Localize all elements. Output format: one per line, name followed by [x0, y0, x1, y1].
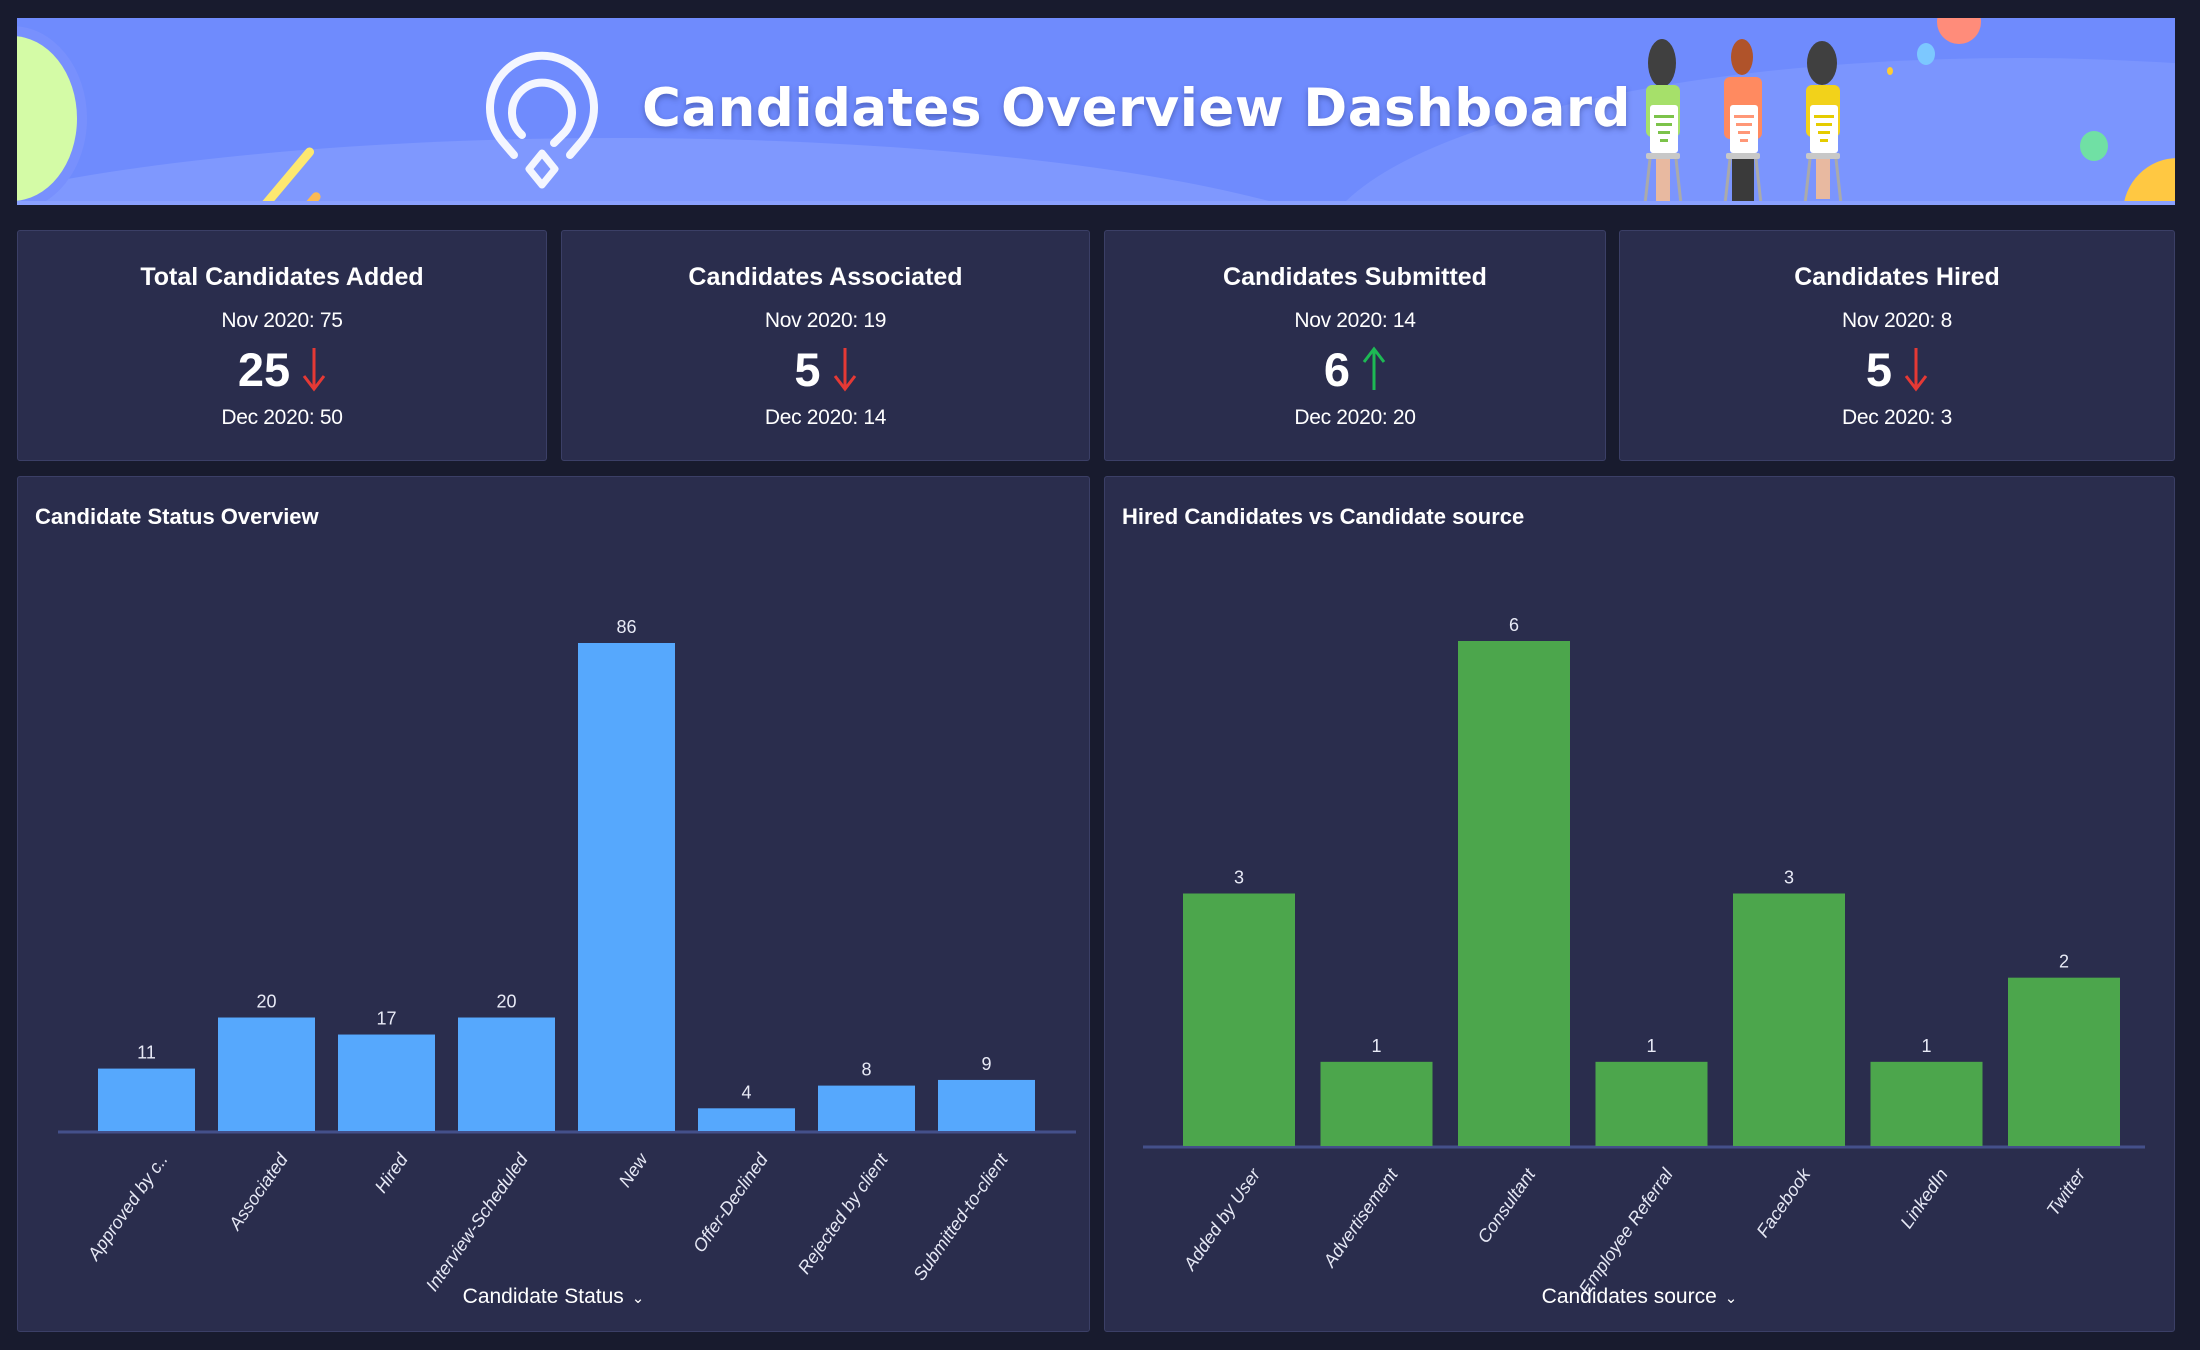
data-label: 9 [981, 1054, 991, 1074]
data-label: 3 [1234, 868, 1244, 888]
arrow-up-icon [1362, 346, 1386, 390]
kpi-card-submitted[interactable]: Candidates Submitted Nov 2020: 14 6 Dec … [1104, 230, 1606, 461]
candidate-status-chart-panel: Candidate Status Overview 11 Approved by … [17, 476, 1090, 1332]
page-title: Candidates Overview Dashboard [642, 78, 1631, 139]
kpi-title: Total Candidates Added [140, 263, 424, 291]
arrow-down-icon [1904, 348, 1928, 392]
green-circle-decoration [17, 36, 77, 201]
data-label: 3 [1784, 868, 1794, 888]
data-label: 6 [1509, 615, 1519, 635]
x-tick-label: New [615, 1149, 653, 1191]
x-tick-label: Offer-Declined [689, 1149, 772, 1256]
kpi-card-associated[interactable]: Candidates Associated Nov 2020: 19 5 Dec… [561, 230, 1090, 461]
kpi-value: 25 [237, 342, 291, 396]
x-tick-label: Twitter [2043, 1164, 2090, 1219]
hired-by-source-bar-chart: 3 Added by User 1 Advertisement 6 Consultant 1… [1143, 615, 2145, 1298]
bar-submitted-to-client[interactable] [938, 1079, 1035, 1131]
bar-linkedin[interactable] [1870, 1061, 1983, 1146]
bar-rejected-by-client[interactable] [818, 1085, 915, 1131]
bar-approved-by-c-[interactable] [98, 1068, 195, 1131]
x-axis-selector[interactable]: Candidate Status ⌄ [18, 1285, 1089, 1309]
bar-employee-referral[interactable] [1595, 1061, 1708, 1146]
x-axis-selector[interactable]: Candidates source ⌄ [1105, 1285, 2174, 1309]
kpi-value: 5 [1865, 342, 1893, 396]
bar-facebook[interactable] [1733, 893, 1845, 1147]
three-people-seated-icon [1643, 39, 1843, 201]
data-label: 20 [496, 992, 516, 1012]
dashboard-header-banner: Candidates Overview Dashboard [17, 18, 2175, 205]
chevron-down-icon: ⌄ [1724, 1290, 1738, 1307]
pink-dot-decoration [1937, 18, 1981, 44]
data-label: 86 [616, 617, 636, 637]
kpi-current-value: Dec 2020: 50 [221, 406, 343, 429]
banner-wave-decoration [17, 138, 1417, 201]
x-tick-label: Facebook [1753, 1164, 1815, 1241]
person-figure-1 [1643, 39, 1683, 201]
yellow-dot-decoration [1887, 67, 1893, 75]
bar-twitter[interactable] [2008, 977, 2120, 1146]
kpi-current-value: Dec 2020: 3 [1842, 406, 1952, 429]
kpi-value: 5 [794, 342, 821, 396]
x-tick-label: Consultant [1474, 1164, 1540, 1247]
bar-hired[interactable] [338, 1034, 435, 1131]
kpi-previous-value: Nov 2020: 19 [764, 309, 887, 332]
x-tick-label: Associated [224, 1149, 292, 1234]
bar-advertisement[interactable] [1320, 1061, 1433, 1146]
bar-offer-declined[interactable] [698, 1108, 795, 1131]
bar-interview-scheduled[interactable] [458, 1017, 555, 1131]
candidate-status-bar-chart: 11 Approved by c.. 20 Associated 17 Hired 20 In… [58, 617, 1076, 1295]
kpi-title: Candidates Submitted [1223, 263, 1487, 291]
x-tick-label: Hired [371, 1149, 413, 1197]
bar-added-by-user[interactable] [1183, 893, 1295, 1147]
kpi-previous-value: Nov 2020: 8 [1842, 309, 1952, 332]
x-tick-label: Submitted-to-client [909, 1149, 1012, 1284]
x-tick-label: Rejected by client [794, 1149, 892, 1278]
data-label: 8 [861, 1060, 871, 1080]
x-tick-label: Added by User [1179, 1164, 1265, 1275]
arrow-down-icon [833, 348, 856, 392]
kpi-current-value: Dec 2020: 14 [764, 406, 887, 429]
x-tick-label: LinkedIn [1896, 1165, 1951, 1232]
x-axis-label: Candidates source [1541, 1285, 1717, 1308]
kpi-title: Candidates Associated [688, 263, 963, 291]
data-label: 1 [1921, 1036, 1931, 1056]
arrow-down-icon [302, 348, 326, 392]
data-label: 4 [741, 1082, 751, 1102]
x-tick-label: Employee Referral [1575, 1164, 1677, 1298]
kpi-previous-value: Nov 2020: 75 [221, 309, 343, 332]
x-tick-label: Interview-Scheduled [422, 1149, 532, 1295]
kpi-current-value: Dec 2020: 20 [1294, 406, 1416, 429]
bar-associated[interactable] [218, 1017, 315, 1131]
green-dot-decoration [2080, 131, 2108, 161]
data-label: 17 [376, 1009, 396, 1029]
kpi-card-total-added[interactable]: Total Candidates Added Nov 2020: 75 25 D… [17, 230, 547, 461]
bar-consultant[interactable] [1458, 641, 1570, 1146]
person-figure-3 [1803, 41, 1843, 201]
x-axis-label: Candidate Status [462, 1285, 624, 1308]
data-label: 20 [256, 992, 276, 1012]
kpi-card-hired[interactable]: Candidates Hired Nov 2020: 8 5 Dec 2020:… [1619, 230, 2175, 461]
data-label: 1 [1371, 1036, 1381, 1056]
x-tick-label: Approved by c.. [83, 1150, 172, 1265]
x-tick-label: Advertisement [1319, 1164, 1403, 1271]
bar-new[interactable] [578, 643, 675, 1131]
location-pin-logo-icon [486, 51, 598, 189]
hired-vs-source-chart-panel: Hired Candidates vs Candidate source 3 Ad… [1104, 476, 2175, 1332]
kpi-value: 6 [1323, 342, 1351, 396]
data-label: 2 [2059, 952, 2069, 972]
person-figure-2 [1723, 39, 1763, 201]
kpi-title: Candidates Hired [1794, 263, 2000, 291]
blue-dot-decoration [1917, 43, 1935, 65]
kpi-previous-value: Nov 2020: 14 [1294, 309, 1416, 332]
data-label: 11 [137, 1043, 156, 1063]
data-label: 1 [1646, 1036, 1656, 1056]
chevron-down-icon: ⌄ [631, 1290, 645, 1307]
